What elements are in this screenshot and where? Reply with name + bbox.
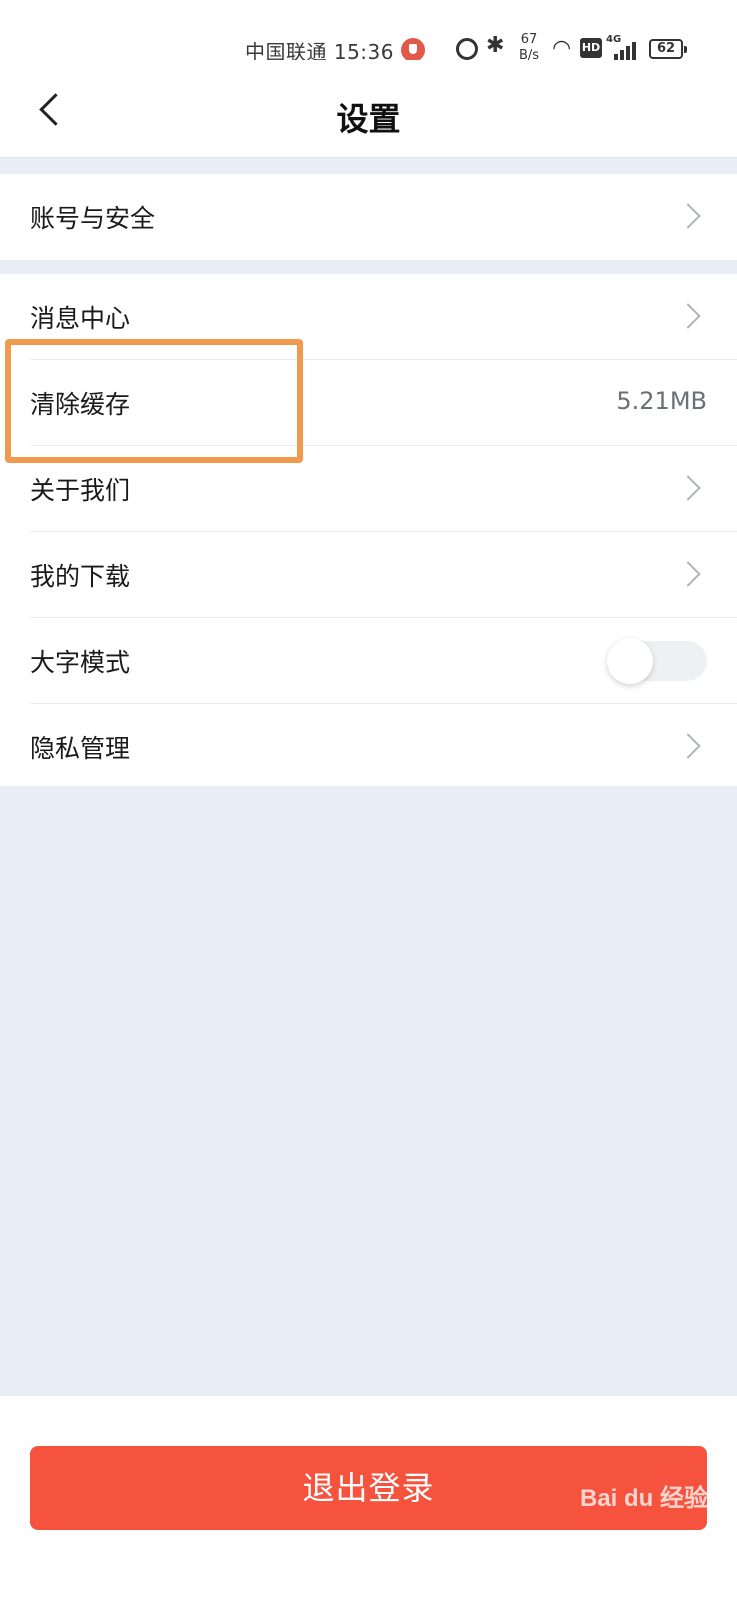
settings-group-account: 账号与安全 bbox=[0, 174, 737, 260]
row-about-us[interactable]: 关于我们 bbox=[0, 446, 737, 532]
bluetooth-icon: ✱ bbox=[486, 33, 505, 58]
alarm-icon bbox=[456, 38, 478, 60]
chevron-right-icon bbox=[675, 303, 701, 329]
row-label: 消息中心 bbox=[30, 304, 131, 333]
nav-header: 设置 bbox=[0, 60, 737, 158]
hd-badge: HD bbox=[580, 38, 602, 58]
row-large-font: 大字模式 bbox=[0, 618, 737, 704]
chevron-right-icon bbox=[675, 733, 701, 759]
watermark-logo: Bai du 经验 bbox=[580, 1485, 709, 1512]
row-label: 隐私管理 bbox=[30, 734, 131, 763]
row-message-center[interactable]: 消息中心 bbox=[0, 274, 737, 360]
page-title: 设置 bbox=[336, 100, 401, 138]
battery-icon: 62 bbox=[649, 39, 687, 59]
net-speed-value: 67 bbox=[520, 32, 538, 47]
settings-group-main: 消息中心 清除缓存 5.21MB 关于我们 我的下载 大字模式 隐私管理 bbox=[0, 274, 737, 790]
row-label: 关于我们 bbox=[30, 476, 131, 505]
row-label: 大字模式 bbox=[30, 648, 131, 677]
shield-icon bbox=[401, 38, 425, 62]
row-label: 账号与安全 bbox=[30, 204, 156, 233]
wifi-icon: ◠ bbox=[552, 36, 572, 61]
row-my-downloads[interactable]: 我的下载 bbox=[0, 532, 737, 618]
row-label: 我的下载 bbox=[30, 562, 131, 591]
large-font-toggle[interactable] bbox=[607, 638, 707, 684]
chevron-right-icon bbox=[675, 203, 701, 229]
toggle-knob bbox=[607, 638, 653, 684]
chevron-right-icon bbox=[675, 475, 701, 501]
row-privacy[interactable]: 隐私管理 bbox=[0, 704, 737, 790]
row-label: 清除缓存 bbox=[30, 390, 131, 419]
cache-size: 5.21MB bbox=[616, 387, 707, 415]
signal-icon bbox=[612, 40, 638, 60]
row-clear-cache[interactable]: 清除缓存 5.21MB bbox=[0, 360, 737, 446]
chevron-right-icon bbox=[675, 561, 701, 587]
row-account-security[interactable]: 账号与安全 bbox=[0, 174, 737, 260]
